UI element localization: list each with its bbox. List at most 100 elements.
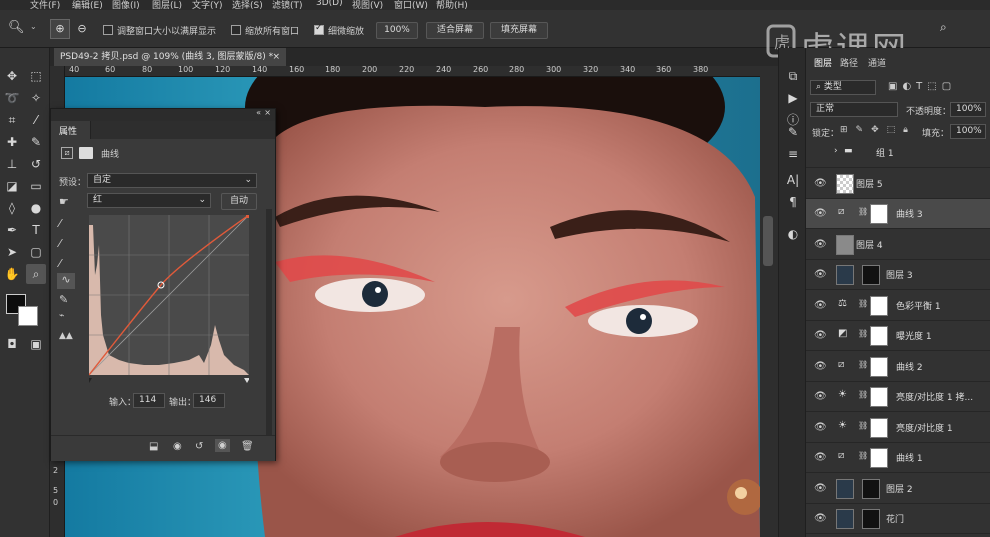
preset-select[interactable]: 自定 ⌄ [87,173,257,188]
adjustments-panel-icon[interactable]: ≡ [783,144,803,164]
curve-edit-icon[interactable]: ∿ [57,273,75,289]
layer-row[interactable]: 👁︎ 图层 4 [806,230,990,260]
zoom-tool-panel-icon[interactable]: ⌕ [26,264,46,284]
link-icon[interactable]: ⛓ [858,390,868,399]
visibility-eye-icon[interactable]: 👁︎ [814,208,827,219]
layer-row[interactable]: 👁︎ ☀ ⛓ 亮度/对比度 1 [806,413,990,443]
fill-screen-button[interactable]: 填充屏幕 [490,22,548,39]
zoom-tool-icon[interactable]: 🔍︎ [8,20,30,38]
blur-tool-icon[interactable]: ◊ [2,198,22,218]
layer-row[interactable]: 👁︎ 图层 2 [806,474,990,504]
sample-black-icon[interactable]: ⁄ [59,217,61,230]
tab-layers[interactable]: 图层 [814,56,832,69]
magic-wand-icon[interactable]: ✧ [26,88,46,108]
visibility-icon[interactable]: ◉ [215,439,230,452]
visibility-eye-icon[interactable]: 👁︎ [814,391,827,402]
lock-icons[interactable]: ⊞✎✥⬚🔒︎ [840,125,916,135]
layer-row[interactable]: 👁︎ ⧄ ⛓ 曲线 1 [806,443,990,473]
resize-windows-checkbox[interactable] [103,25,113,35]
properties-panel-icon[interactable]: ◐ [783,224,803,244]
layer-filter-select[interactable]: ⌕ 类型 [810,80,876,95]
brush-panel-icon[interactable]: ✎ [783,122,803,142]
layer-mask-thumbnail[interactable] [862,265,880,285]
visibility-eye-icon[interactable]: 👁︎ [814,513,827,524]
layer-row[interactable]: › ▬ 组 1 [806,138,990,168]
panel-tab-properties[interactable]: 属性 [51,121,91,139]
layer-mask-thumbnail[interactable] [870,295,888,316]
opacity-field[interactable]: 100% [950,102,986,117]
target-adjust-icon[interactable]: ☛ [59,195,69,208]
dodge-tool-icon[interactable]: ● [26,198,46,218]
link-icon[interactable]: ⛓ [858,421,868,430]
link-icon[interactable]: ⛓ [858,329,868,338]
crop-tool-icon[interactable]: ⌗ [2,110,22,130]
layer-mask-thumbnail[interactable] [862,478,880,499]
layer-mask-thumbnail[interactable] [862,509,880,529]
layer-row[interactable]: 👁︎ 图层 3 [806,260,990,290]
tool-preset-chevron-icon[interactable]: ⌄ [30,22,37,31]
visibility-eye-icon[interactable]: 👁︎ [814,239,827,250]
scrubby-zoom-checkbox[interactable] [314,23,324,35]
zoom-in-icon[interactable]: ⊕ [50,19,70,39]
type-tool-icon[interactable]: T [26,220,46,240]
visibility-eye-icon[interactable]: 👁︎ [814,422,827,433]
layer-mask-thumbnail[interactable] [870,356,888,377]
background-color-swatch[interactable] [18,306,38,326]
eraser-tool-icon[interactable]: ◪ [2,176,22,196]
layer-mask-thumbnail[interactable] [870,204,888,224]
smooth-icon[interactable]: ⌁ [59,311,64,321]
auto-button[interactable]: 自动 [221,193,257,210]
visibility-eye-icon[interactable]: 👁︎ [814,452,827,463]
healing-tool-icon[interactable]: ✚ [2,132,22,152]
blend-mode-select[interactable]: 正常 [810,102,898,117]
search-icon[interactable]: ⌕ [940,20,947,35]
hand-tool-icon[interactable]: ✋ [2,264,22,284]
layer-mask-thumbnail[interactable] [870,417,888,438]
lasso-tool-icon[interactable]: ➰ [2,88,22,108]
path-select-icon[interactable]: ➤ [2,242,22,262]
zoom-all-checkbox[interactable] [231,25,241,35]
menu-item[interactable]: 3D(D) [316,0,343,8]
brush-tool-icon[interactable]: ✎ [26,132,46,152]
pen-tool-icon[interactable]: ✒ [2,220,22,240]
link-icon[interactable]: ⛓ [858,299,868,308]
reset-icon[interactable]: ↺ [195,441,203,452]
eyedropper-tool-icon[interactable]: ⁄ [26,110,46,130]
sample-gray-icon[interactable]: ⁄ [59,237,61,250]
quick-mask-icon[interactable]: ◘ [2,334,22,354]
link-icon[interactable]: ⛓ [858,451,868,460]
layer-row[interactable]: 👁︎ ⧄ ⛓ 曲线 2 [806,352,990,382]
layer-row[interactable]: 👁︎ ⧄ ⛓ 曲线 3 [806,199,990,229]
stamp-tool-icon[interactable]: ⊥ [2,154,22,174]
output-field[interactable]: 146 [193,393,225,408]
sample-white-icon[interactable]: ⁄ [59,257,61,270]
scroll-thumb[interactable] [763,216,773,266]
tab-paths[interactable]: 路径 [840,56,858,69]
visibility-eye-icon[interactable]: 👁︎ [814,483,827,494]
screen-mode-icon[interactable]: ▣ [26,334,46,354]
layer-row[interactable]: 👁︎ 图层 5 [806,169,990,199]
delete-icon[interactable]: 🗑︎ [241,441,254,452]
close-tab-icon[interactable]: × [272,48,280,66]
link-icon[interactable]: ⛓ [858,360,868,369]
character-panel-icon[interactable]: A| [783,170,803,190]
visibility-eye-icon[interactable]: 👁︎ [814,330,827,341]
fill-field[interactable]: 100% [950,124,986,139]
rectangle-tool-icon[interactable]: ▢ [26,242,46,262]
history-brush-icon[interactable]: ↺ [26,154,46,174]
history-panel-icon[interactable]: ⧉ [783,66,803,86]
panel-scrollbar[interactable] [266,209,272,439]
move-tool-icon[interactable]: ✥ [2,66,22,86]
actions-panel-icon[interactable]: ▶ [783,88,803,108]
layer-mask-thumbnail[interactable] [870,448,888,468]
channel-select[interactable]: 红 ⌄ [87,193,211,208]
input-field[interactable]: 114 [133,393,165,408]
clip-to-layer-icon[interactable]: ⬓ [149,441,158,452]
collapse-icon[interactable]: « [256,108,261,117]
visibility-eye-icon[interactable]: 👁︎ [814,178,827,189]
clipping-icon[interactable]: ▲▲ [59,331,73,341]
fit-screen-button[interactable]: 适合屏幕 [426,22,484,39]
visibility-eye-icon[interactable]: 👁︎ [814,269,827,280]
layer-mask-thumbnail[interactable] [870,326,888,346]
layer-row[interactable]: 👁︎ ◩ ⛓ 曝光度 1 [806,321,990,351]
